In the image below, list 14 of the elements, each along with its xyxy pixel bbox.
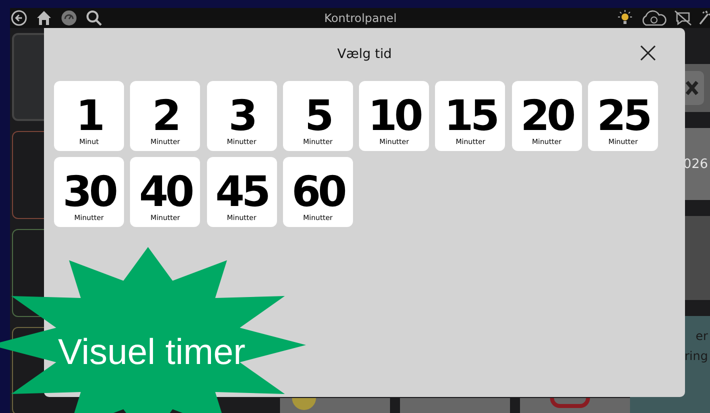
cloud-sync-icon[interactable] <box>640 10 668 26</box>
search-icon[interactable] <box>86 10 102 26</box>
panel-text: er <box>696 328 708 345</box>
badge-text: Visuel timer <box>58 331 246 373</box>
app-title: Kontrolpanel <box>324 11 397 25</box>
dialog-title: Vælg tid <box>337 47 392 62</box>
gauge-icon[interactable] <box>61 10 77 26</box>
crossed-speech-icon[interactable] <box>674 10 692 26</box>
close-icon[interactable] <box>640 45 656 61</box>
back-icon[interactable] <box>11 10 27 26</box>
panel-text: ring <box>684 348 708 365</box>
lightbulb-icon[interactable] <box>616 10 634 26</box>
wand-icon[interactable] <box>698 10 710 26</box>
home-icon[interactable] <box>36 10 52 26</box>
